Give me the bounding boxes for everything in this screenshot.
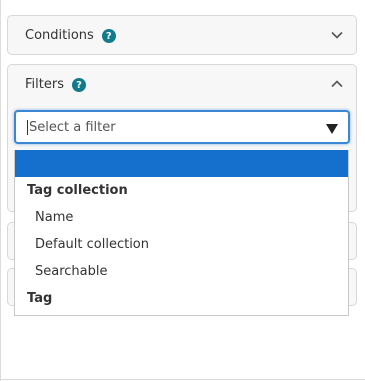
- chevron-up-icon[interactable]: [330, 77, 344, 91]
- conditions-panel: Conditions ?: [7, 15, 357, 55]
- help-icon[interactable]: ?: [101, 29, 116, 43]
- filters-panel-header[interactable]: Filters ?: [8, 65, 356, 103]
- left-divider: [0, 0, 1, 381]
- bottom-divider: [0, 379, 365, 380]
- text-cursor: [27, 119, 28, 135]
- filter-select[interactable]: Select a filter: [14, 110, 350, 144]
- filter-dropdown-list: Tag collection Name Default collection S…: [14, 150, 349, 316]
- filters-panel-title: Filters: [25, 76, 64, 92]
- filter-select-placeholder: Select a filter: [29, 119, 116, 135]
- dropdown-arrow-icon[interactable]: [326, 123, 338, 134]
- conditions-panel-header[interactable]: Conditions ?: [8, 16, 356, 54]
- dropdown-option-empty[interactable]: [15, 150, 348, 177]
- option-group-tag: Tag: [27, 291, 53, 306]
- option-group-tag-collection: Tag collection: [27, 183, 128, 198]
- conditions-panel-title: Conditions: [25, 27, 94, 43]
- help-icon[interactable]: ?: [71, 78, 86, 92]
- dropdown-option-searchable[interactable]: Searchable: [15, 258, 348, 285]
- chevron-down-icon[interactable]: [330, 28, 344, 42]
- dropdown-option-default-collection[interactable]: Default collection: [15, 231, 348, 258]
- dropdown-option-name[interactable]: Name: [15, 204, 348, 231]
